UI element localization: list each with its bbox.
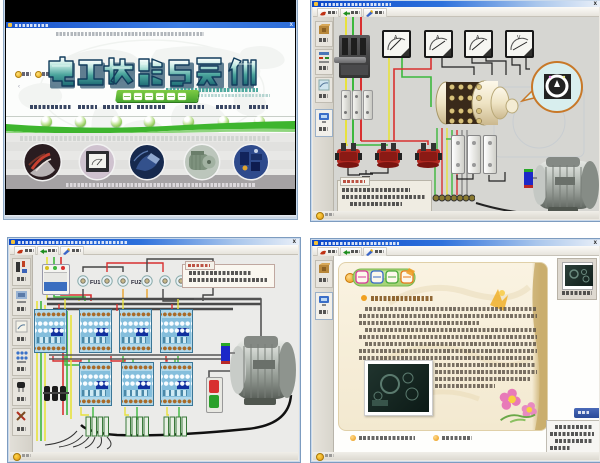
svg-text:FU2: FU2 [131,280,141,286]
svg-text:FU1: FU1 [90,280,100,286]
